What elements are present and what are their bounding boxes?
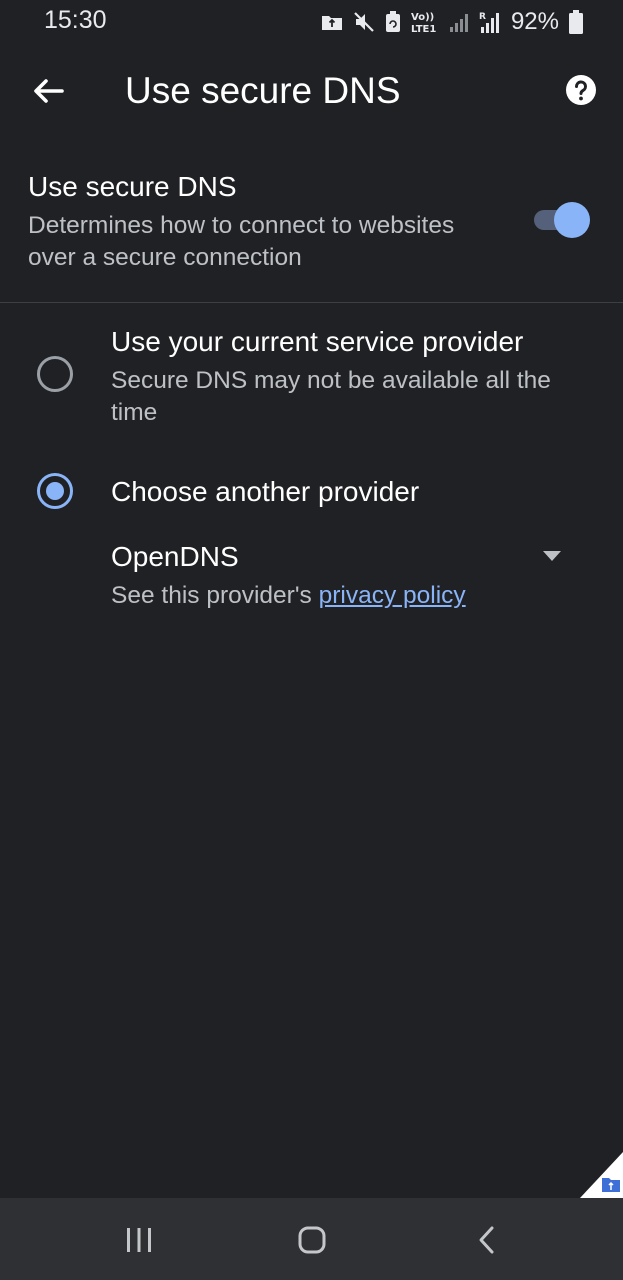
volte-icon: Vo)) LTE1 (411, 12, 436, 34)
nav-back-button[interactable] (467, 1220, 507, 1260)
status-time: 15:30 (44, 6, 107, 34)
provider-section: OpenDNS See this provider's privacy poli… (0, 538, 623, 618)
signal-sim2-icon: R (479, 12, 499, 33)
app-bar: Use secure DNS (0, 50, 623, 134)
arrow-back-icon (34, 79, 64, 103)
page-title: Use secure DNS (125, 70, 401, 111)
status-icons: Vo)) LTE1 R 92% (321, 8, 583, 36)
nav-recents-button[interactable] (119, 1220, 159, 1260)
secure-dns-title: Use secure DNS (28, 171, 237, 202)
help-button[interactable] (565, 74, 597, 106)
radio-current-provider[interactable] (37, 356, 73, 392)
switch-thumb (554, 202, 590, 238)
option-another-provider-label: Choose another provider (111, 476, 420, 507)
option-another-provider[interactable]: Choose another provider (0, 466, 623, 526)
secure-dns-toggle-row[interactable]: Use secure DNS Determines how to connect… (0, 160, 623, 302)
privacy-policy-link[interactable]: privacy policy (319, 582, 466, 609)
back-icon (479, 1226, 494, 1254)
radio-selected-dot (46, 482, 64, 500)
svg-text:Vo)): Vo)) (411, 12, 434, 23)
nav-home-button[interactable] (292, 1220, 332, 1260)
battery-icon (569, 10, 583, 34)
recents-icon (127, 1228, 151, 1252)
privacy-note-prefix: See this provider's (111, 582, 319, 609)
signal-sim1-icon (449, 14, 468, 32)
option-current-provider[interactable]: Use your current service provider Secure… (0, 320, 623, 440)
provider-dropdown[interactable]: OpenDNS (111, 538, 581, 580)
radio-outer (37, 356, 73, 392)
option-current-provider-label: Use your current service provider (111, 326, 524, 357)
back-button[interactable] (26, 70, 70, 114)
corner-badge-icon[interactable] (580, 1152, 623, 1198)
divider (0, 302, 623, 303)
option-current-provider-description: Secure DNS may not be available all the … (111, 367, 551, 426)
home-icon (298, 1226, 326, 1254)
provider-selected-value: OpenDNS (111, 541, 239, 572)
dropdown-arrow-icon (543, 551, 561, 561)
battery-percent: 92% (510, 8, 559, 35)
help-icon (566, 75, 596, 105)
provider-privacy-note: See this provider's privacy policy (111, 582, 466, 610)
svg-text:LTE1: LTE1 (411, 24, 436, 34)
secure-dns-description: Determines how to connect to websites ov… (28, 212, 455, 271)
navigation-bar (0, 1198, 623, 1280)
mute-icon (354, 12, 374, 32)
battery-saver-icon (385, 11, 400, 32)
status-bar: 15:30 Vo)) LTE1 R 92% (0, 0, 623, 44)
radio-another-provider[interactable] (37, 473, 73, 509)
secure-dns-switch[interactable] (532, 202, 592, 238)
notification-app-icon (321, 16, 342, 30)
svg-text:R: R (479, 12, 486, 22)
